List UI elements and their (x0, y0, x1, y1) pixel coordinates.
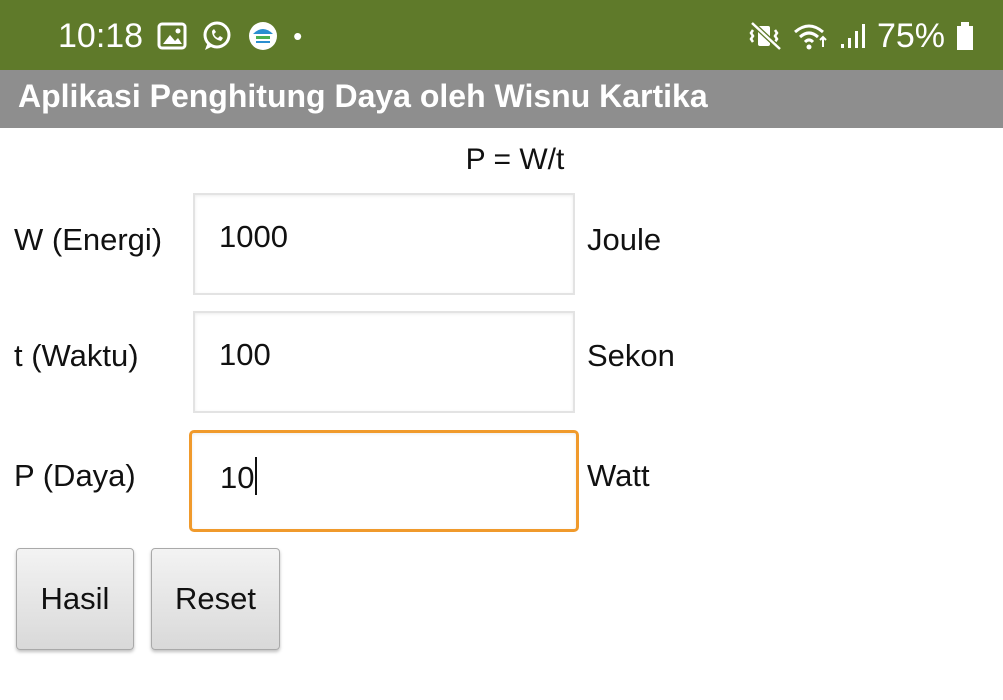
formula-label: P = W/t (465, 143, 565, 176)
power-input[interactable]: 10 (189, 430, 579, 532)
mute-vibrate-icon (749, 21, 783, 51)
status-left: 10:18 • (58, 14, 302, 58)
status-bar: 10:18 • 75% (0, 0, 1003, 70)
power-unit: Watt (587, 458, 650, 493)
battery-percent: 75% (876, 16, 945, 55)
energy-unit: Joule (587, 222, 662, 257)
app-title: Aplikasi Penghitung Daya oleh Wisnu Kart… (18, 78, 708, 114)
energy-value: 1000 (219, 219, 288, 254)
image-icon (157, 22, 187, 50)
signal-icon (839, 22, 867, 50)
time-input[interactable]: 100 (193, 311, 575, 413)
status-time: 10:18 (58, 16, 144, 55)
power-value-wrap: 10 (220, 457, 258, 496)
whatsapp-icon (201, 20, 233, 52)
wifi-icon (793, 21, 829, 51)
energy-input[interactable]: 1000 (193, 193, 575, 295)
time-value: 100 (219, 337, 271, 372)
energy-label: W (Energi) (14, 222, 163, 257)
power-label: P (Daya) (14, 458, 136, 493)
status-right: 75% (749, 14, 975, 58)
hasil-button[interactable]: Hasil (16, 548, 134, 650)
app-title-bar: Aplikasi Penghitung Daya oleh Wisnu Kart… (0, 70, 1003, 128)
bmkg-icon (247, 20, 279, 52)
time-label: t (Waktu) (14, 338, 139, 373)
power-value: 10 (220, 460, 255, 495)
reset-button[interactable]: Reset (151, 548, 280, 650)
notification-dot-icon: • (293, 20, 303, 51)
text-cursor (255, 457, 258, 495)
battery-icon (955, 20, 975, 52)
time-unit: Sekon (587, 338, 675, 373)
